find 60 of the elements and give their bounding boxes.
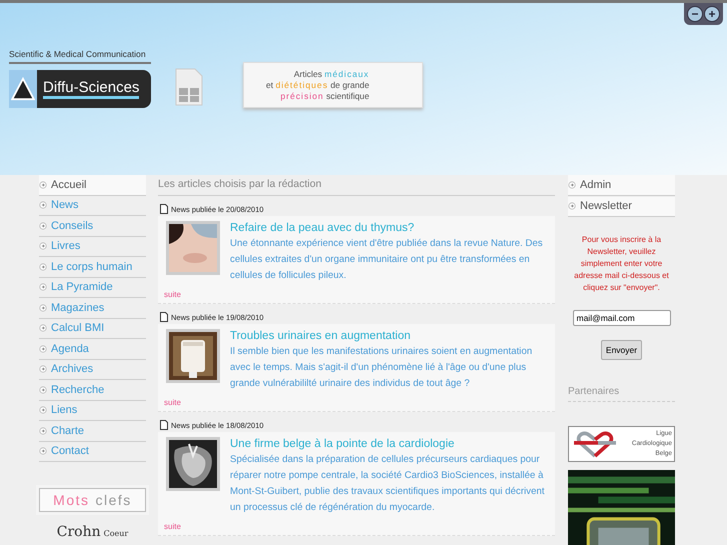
bullet-icon (39, 304, 47, 312)
nav-link[interactable]: Magazines (39, 298, 146, 318)
keyword-tag[interactable]: Coeur (104, 526, 128, 542)
nav-link[interactable]: Accueil (39, 175, 146, 196)
nav-link[interactable]: Le corps humain (39, 257, 146, 278)
bullet-icon (568, 202, 576, 210)
send-button[interactable]: Envoyer (600, 340, 642, 360)
document-icon (175, 68, 203, 106)
page-icon (160, 312, 168, 322)
bullet-icon (39, 242, 47, 250)
bullet-icon (39, 426, 47, 435)
tagline: Articles médicaux et diététiques de grande précision scientifique (266, 69, 370, 103)
article-summary: Une étonnante expérience vient d'être publiée dans la revue Nature. Des cellules extraites d'un organe immunitaire ont pu être transformées en cellules de follicules pileux. (230, 237, 544, 283)
heart-knot-icon (571, 429, 619, 459)
bullet-icon (39, 386, 47, 394)
read-more-link[interactable]: suite (164, 398, 181, 408)
bullet-icon (39, 447, 47, 456)
triangle-logo-icon (11, 77, 35, 101)
article-title[interactable]: Troubles urinaires en augmentation (230, 329, 549, 343)
read-more-link[interactable]: suite (164, 290, 181, 300)
nav-link[interactable]: Charte (39, 421, 146, 442)
article-title[interactable]: Une firme belge à la pointe de la cardiologie (230, 437, 549, 451)
bullet-icon (39, 344, 47, 353)
zoom-button[interactable]: + (704, 6, 720, 22)
nav-link[interactable]: Calcul BMI (39, 318, 146, 339)
sidebar-link[interactable]: Admin (568, 175, 675, 196)
bullet-icon (39, 365, 47, 374)
newsletter-text: Pour vous inscrire à la Newsletter, veuillez simplement enter votre adresse mail ci-dessous et cliquez sur "envoyer". (573, 234, 670, 294)
nav-link[interactable]: La Pyramide (39, 278, 146, 298)
nav-link[interactable]: News (39, 196, 146, 216)
logo-name: Diffu-Sciences (43, 79, 140, 99)
article-summary: Il semble bien que les manifestations urinaires soient en augmentation avec le temps. Mais s'agit-il d'un phénomène lié à l'âge ou d'une plus grande vulnérabililté urinaire des individus de tout âge ? (230, 345, 534, 391)
nav-link[interactable]: Agenda (39, 339, 146, 360)
bullet-icon (39, 324, 47, 332)
bullet-icon (39, 222, 47, 230)
nav-link[interactable]: Recherche (39, 380, 146, 400)
logo-subtitle: Scientific & Medical Communication (9, 48, 151, 64)
article-title[interactable]: Refaire de la peau avec du thymus? (230, 221, 549, 235)
section-heading: Les articles choisis par la rédaction (158, 175, 555, 196)
sidebar-link[interactable]: Newsletter (568, 196, 675, 217)
article-summary: Spécialisée dans la préparation de cellules précurseurs cardiaques pour réparer notre pompe centrale, la société Cardio3 BioSciences, installée à Mont-St-Guibert, publie des travaux scientifiques importants qui décrivent un processus clé de régénération du myocarde. (230, 453, 546, 515)
bullet-icon (39, 406, 47, 414)
bullet-icon (568, 180, 576, 189)
bullet-icon (39, 262, 47, 271)
zoom-button[interactable]: − (687, 6, 703, 22)
nav-link[interactable]: Liens (39, 400, 146, 421)
email-field[interactable]: mail@mail.com (572, 310, 670, 326)
nav-link[interactable]: Contact (39, 442, 146, 462)
keywords-heading: Mots clefs (39, 488, 146, 512)
bullet-icon (39, 201, 47, 210)
read-more-link[interactable]: suite (164, 522, 181, 532)
partners-heading: Partenaires (568, 386, 675, 402)
page-icon (160, 420, 168, 430)
bullet-icon (39, 180, 47, 189)
nav-link[interactable]: Livres (39, 236, 146, 257)
page-icon (160, 204, 168, 214)
nav-link[interactable]: Conseils (39, 216, 146, 236)
nav-link[interactable]: Archives (39, 360, 146, 380)
bullet-icon (39, 283, 47, 292)
keyword-tag[interactable]: Crohn (56, 524, 101, 540)
